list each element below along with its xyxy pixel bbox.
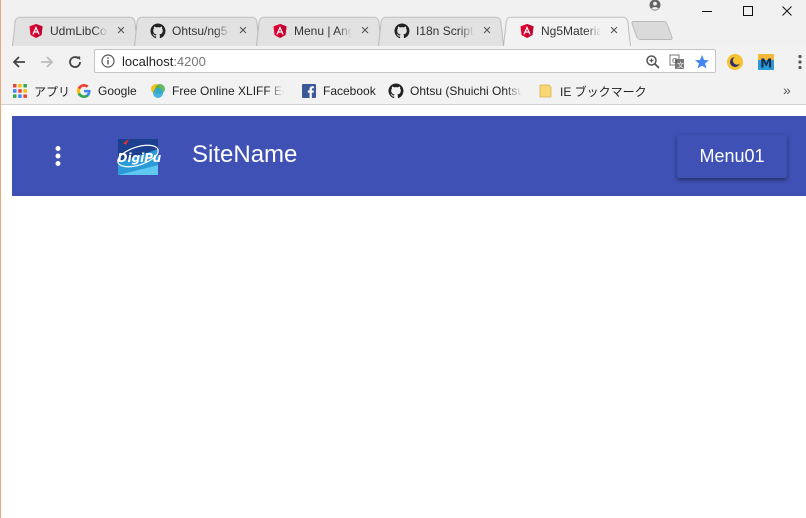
maximize-icon	[743, 6, 753, 16]
profile-icon[interactable]	[647, 0, 663, 12]
menu01-button[interactable]: Menu01	[677, 135, 787, 178]
info-icon[interactable]	[101, 54, 115, 68]
reload-button[interactable]	[64, 51, 86, 73]
tab-i18n-scripts[interactable]: I18n Scripts ×	[378, 15, 504, 46]
browser-tab-strip: UdmLibCon × Ohtsu/ng5- × Menu | Ang × I1…	[1, 0, 806, 46]
address-url: localhost:4200	[122, 54, 206, 69]
xliff-icon	[151, 84, 165, 98]
facebook-icon	[302, 84, 316, 98]
back-button[interactable]	[8, 51, 30, 73]
bookmark-label: Free Online XLIFF Edit	[172, 84, 284, 98]
address-bar[interactable]: localhost:4200 G文	[94, 49, 716, 73]
logo-text: DigiPub	[118, 151, 162, 165]
tab-close-icon[interactable]: ×	[114, 23, 128, 38]
tab-ohtsu-ng5[interactable]: Ohtsu/ng5- ×	[134, 15, 260, 46]
bookmarks-overflow-icon[interactable]: »	[783, 82, 791, 98]
app-toolbar: DigiPub SiteName Menu01	[12, 116, 806, 196]
bookmark-label: Ohtsu (Shuichi Ohtsu	[410, 84, 522, 98]
bookmark-label: IE ブックマーク	[560, 84, 647, 99]
site-name[interactable]: SiteName	[192, 141, 297, 169]
reload-icon	[69, 56, 81, 68]
svg-text:M: M	[760, 57, 772, 71]
url-port: :4200	[173, 54, 206, 69]
bookmark-label: アプリ	[34, 84, 71, 99]
apps-grid-icon	[13, 84, 27, 98]
digipub-logo: DigiPub	[117, 139, 162, 175]
tab-udmlibcon[interactable]: UdmLibCon ×	[12, 15, 138, 46]
google-icon	[76, 83, 91, 99]
tab-ng5material-active[interactable]: Ng5Materia ×	[503, 15, 631, 46]
browser-toolbar: localhost:4200 G文 M	[1, 46, 806, 78]
angular-icon	[273, 24, 287, 38]
angular-icon	[29, 24, 43, 38]
bookmark-google[interactable]: Google	[76, 83, 137, 99]
github-icon	[388, 83, 404, 99]
forward-arrow-icon	[41, 56, 54, 68]
extension-m-icon[interactable]: M	[757, 53, 775, 71]
angular-icon	[520, 24, 534, 38]
back-arrow-icon	[12, 56, 25, 68]
chrome-menu-icon[interactable]	[791, 53, 806, 71]
zoom-icon[interactable]	[645, 54, 661, 70]
bookmark-label: Google	[98, 84, 137, 98]
bookmark-ohtsu[interactable]: Ohtsu (Shuichi Ohtsu	[388, 83, 522, 99]
github-icon	[150, 23, 166, 39]
tab-close-icon[interactable]: ×	[607, 23, 621, 38]
tab-menu-angular[interactable]: Menu | Ang ×	[256, 15, 382, 46]
bookmark-apps[interactable]: アプリ	[12, 83, 70, 99]
svg-text:文: 文	[677, 61, 684, 70]
bookmark-star-icon[interactable]	[694, 54, 710, 70]
bookmarks-bar: アプリ Google Free Online XLIFF Edit Facebo…	[1, 78, 806, 105]
tab-label: UdmLibCon	[50, 24, 108, 38]
app-menu-button[interactable]	[46, 141, 70, 171]
url-host: localhost	[122, 54, 174, 69]
bookmark-facebook[interactable]: Facebook	[301, 83, 376, 99]
bookmark-label: Facebook	[323, 84, 376, 98]
bookmark-folder-ie[interactable]: IE ブックマーク	[538, 83, 647, 99]
tab-label: Ng5Materia	[541, 24, 601, 38]
translate-icon[interactable]: G文	[669, 54, 685, 70]
tab-close-icon[interactable]: ×	[358, 23, 372, 38]
minimize-button[interactable]	[684, 0, 730, 22]
minimize-icon	[702, 11, 712, 12]
extension-moon-icon[interactable]	[726, 53, 744, 71]
tab-close-icon[interactable]: ×	[236, 23, 250, 38]
close-icon	[782, 6, 792, 16]
bookmark-xliff[interactable]: Free Online XLIFF Edit	[150, 83, 284, 99]
folder-icon	[539, 84, 552, 98]
forward-button[interactable]	[36, 51, 58, 73]
new-tab-button[interactable]	[630, 21, 674, 40]
github-icon	[394, 23, 410, 39]
tab-close-icon[interactable]: ×	[480, 23, 494, 38]
more-vert-icon	[55, 146, 61, 166]
close-window-button[interactable]	[764, 0, 806, 22]
tab-label: I18n Scripts	[416, 24, 474, 38]
tab-label: Ohtsu/ng5-	[172, 24, 230, 38]
tab-label: Menu | Ang	[294, 24, 352, 38]
